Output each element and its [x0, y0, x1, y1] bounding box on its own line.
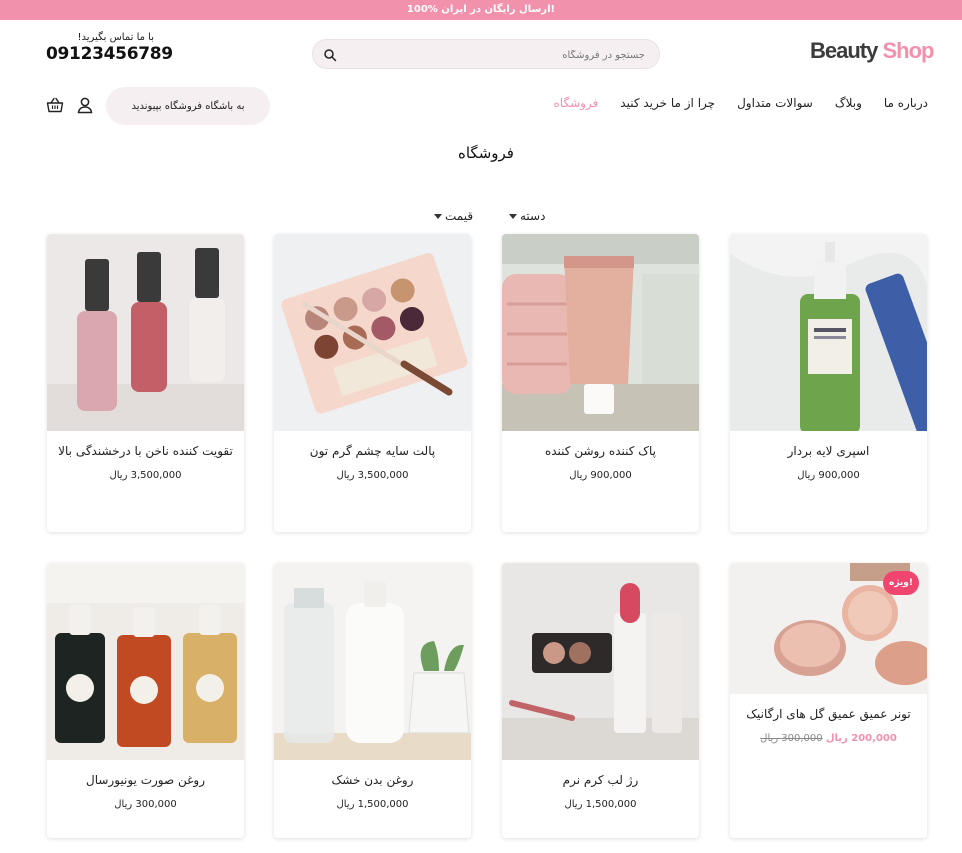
product-name[interactable]: پالت سایه چشم گرم تون: [274, 441, 471, 462]
product-price: 3,500,000 ریال: [336, 470, 409, 481]
product-image-eyeshadow-palette: [274, 234, 471, 431]
product-card[interactable]: ویژه! تونر عمیق عمیق گل های ارگانیک 200,…: [730, 563, 927, 838]
product-image-brightening-cleanser: [502, 234, 699, 431]
nav-item-about[interactable]: درباره ما: [884, 96, 928, 116]
product-card[interactable]: روغن بدن خشک 1,500,000 ریال: [274, 563, 471, 838]
product-card[interactable]: تقویت کننده ناخن با درخشندگی بالا 3,500,…: [47, 234, 244, 532]
caret-down-icon: [509, 213, 517, 219]
product-price: 900,000 ریال: [797, 470, 860, 481]
nav-item-faq[interactable]: سوالات متداول: [737, 96, 813, 116]
product-price: 1,500,000 ریال: [564, 799, 637, 810]
page-title: فروشگاه: [458, 144, 514, 162]
product-name[interactable]: رژ لب کرم نرم: [502, 770, 699, 791]
product-new-price: 200,000 ریال: [825, 733, 897, 744]
product-card[interactable]: پاک کننده روشن کننده 900,000 ریال: [502, 234, 699, 532]
product-image-dry-body-oil: [274, 563, 471, 760]
product-image-lipstick: [502, 563, 699, 760]
product-image-exfoliating-spray: [730, 234, 927, 431]
logo-accent: Shop: [882, 38, 934, 63]
contact-phone[interactable]: 09123456789: [46, 44, 173, 64]
product-card[interactable]: اسپری لایه بردار 900,000 ریال: [730, 234, 927, 532]
category-filter[interactable]: دسته: [509, 209, 545, 223]
price-filter-label: قیمت: [445, 209, 474, 223]
logo-primary: Beauty: [810, 38, 878, 63]
main-nav: فروشگاه چرا از ما خرید کنید سوالات متداو…: [554, 96, 928, 116]
product-price: 3,500,000 ریال: [109, 470, 182, 481]
search-input[interactable]: [345, 46, 645, 64]
nav-item-why-us[interactable]: چرا از ما خرید کنید: [620, 96, 715, 116]
contact-label: با ما تماس بگیرید!: [77, 32, 154, 43]
join-club-button[interactable]: به باشگاه فروشگاه بپیوندید: [106, 87, 270, 125]
shopping-basket-icon[interactable]: [46, 96, 64, 114]
nav-item-blog[interactable]: وبلاگ: [835, 96, 862, 116]
product-card[interactable]: رژ لب کرم نرم 1,500,000 ریال: [502, 563, 699, 838]
site-logo[interactable]: Beauty Shop: [810, 38, 934, 70]
category-filter-label: دسته: [520, 209, 546, 223]
search-bar: [312, 39, 660, 69]
product-price: 300,000 ریال: [114, 799, 177, 810]
search-icon[interactable]: [323, 48, 337, 62]
product-card[interactable]: پالت سایه چشم گرم تون 3,500,000 ریال: [274, 234, 471, 532]
product-image-nail-strengthener: [47, 234, 244, 431]
product-name[interactable]: تونر عمیق عمیق گل های ارگانیک: [730, 704, 927, 725]
nav-item-shop[interactable]: فروشگاه: [554, 96, 599, 116]
product-image-organic-toner: ویژه!: [730, 563, 927, 694]
product-name[interactable]: روغن بدن خشک: [274, 770, 471, 791]
product-card[interactable]: روغن صورت یونیورسال 300,000 ریال: [47, 563, 244, 838]
product-name[interactable]: روغن صورت یونیورسال: [47, 770, 244, 791]
price-filter[interactable]: قیمت: [434, 209, 473, 223]
product-name[interactable]: پاک کننده روشن کننده: [502, 441, 699, 462]
product-image-universal-face-oil: [47, 563, 244, 760]
product-name[interactable]: تقویت کننده ناخن با درخشندگی بالا: [47, 441, 244, 462]
product-price: 900,000 ریال: [569, 470, 632, 481]
product-old-price: 300,000 ریال: [760, 733, 823, 744]
free-shipping-banner: 100% ارسال رایگان در ایران!: [0, 0, 962, 20]
special-badge: ویژه!: [883, 571, 919, 595]
caret-down-icon: [434, 213, 442, 219]
product-price: 1,500,000 ریال: [336, 799, 409, 810]
user-icon[interactable]: [76, 96, 94, 114]
product-name[interactable]: اسپری لایه بردار: [730, 441, 927, 462]
product-price: 200,000 ریال 300,000 ریال: [730, 733, 927, 744]
